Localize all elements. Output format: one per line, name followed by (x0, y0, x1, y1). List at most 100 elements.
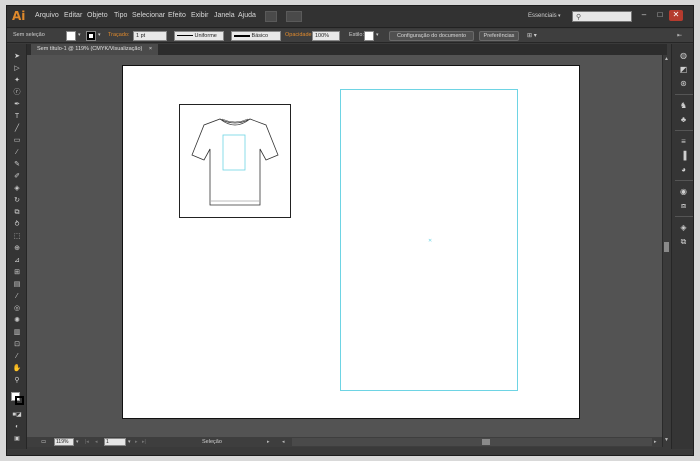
color-guide-icon[interactable]: ◩ (677, 64, 690, 75)
status-menu-icon[interactable]: ▸ (267, 439, 270, 445)
horizontal-scrollbar[interactable] (292, 438, 652, 446)
bridge-button[interactable] (265, 11, 277, 22)
rotate-icon[interactable]: ↻ (11, 196, 23, 206)
selection-tool-icon[interactable]: ➤ (11, 52, 23, 62)
scroll-down-icon[interactable]: ▼ (664, 437, 669, 443)
hand-icon[interactable]: ✋ (11, 364, 23, 374)
workspace-dropdown-icon[interactable]: ▾ (558, 13, 561, 19)
mesh-icon[interactable]: ⊞ (11, 268, 23, 278)
fill-dropdown-icon[interactable]: ▾ (78, 32, 81, 38)
next-artboard-icon[interactable]: ▸ (135, 439, 138, 445)
color-icon[interactable]: ◍ (677, 50, 690, 61)
first-artboard-icon[interactable]: |◂ (85, 439, 89, 445)
graphic-styles-icon[interactable]: ⧈ (677, 200, 690, 211)
artboard-icon[interactable]: ⊡ (11, 340, 23, 350)
zoom-icon[interactable]: ⚲ (11, 376, 23, 386)
direct-selection-tool-icon[interactable]: ▷ (11, 64, 23, 74)
drawing-mode-icon[interactable]: ◐ (11, 422, 23, 432)
transparency-icon[interactable]: ◕ (677, 164, 690, 175)
menu-tipo[interactable]: Tipo (114, 12, 127, 19)
slice-icon[interactable]: ⁄ (11, 352, 23, 362)
appearance-icon[interactable]: ◉ (677, 186, 690, 197)
free-transform-icon[interactable]: ⬚ (11, 232, 23, 242)
magic-wand-icon[interactable]: ✦ (11, 76, 23, 86)
zoom-field[interactable]: 119% (54, 438, 74, 446)
vertical-scroll-thumb[interactable] (664, 242, 669, 252)
paintbrush-icon[interactable]: ∕ (11, 148, 23, 158)
scroll-right-icon[interactable]: ▸ (654, 439, 657, 445)
menu-exibir[interactable]: Exibir (191, 12, 209, 19)
close-tab-icon[interactable]: × (149, 46, 152, 52)
opacity-label[interactable]: Opacidade: (285, 32, 313, 38)
eraser-icon[interactable]: ◈ (11, 184, 23, 194)
last-artboard-icon[interactable]: ▸| (142, 439, 146, 445)
tshirt-image[interactable] (179, 104, 291, 218)
graphic-style-swatch[interactable] (364, 31, 374, 41)
blob-brush-icon[interactable]: ✐ (11, 172, 23, 182)
line-icon[interactable]: ╱ (11, 124, 23, 134)
menu-selecionar[interactable]: Selecionar (132, 12, 165, 19)
menu-janela[interactable]: Janela (214, 12, 235, 19)
arrange-icon[interactable]: ⊞ ▾ (527, 32, 537, 39)
type-icon[interactable]: T (11, 112, 23, 122)
arrange-documents-button[interactable] (286, 11, 302, 22)
status-text[interactable]: Seleção (202, 439, 222, 445)
perspective-grid-icon[interactable]: ⊿ (11, 256, 23, 266)
gradient-panel-icon[interactable]: ▐ (677, 150, 690, 161)
stroke-color-swatch[interactable] (15, 396, 24, 405)
help-search-input[interactable]: ⚲ (572, 11, 632, 22)
fill-swatch[interactable] (66, 31, 76, 41)
shape-builder-icon[interactable]: ⊕ (11, 244, 23, 254)
artboards-icon[interactable]: ⧉ (677, 236, 690, 247)
scroll-up-icon[interactable]: ▲ (664, 56, 669, 62)
preferences-button[interactable]: Preferências (479, 31, 519, 41)
rectangle-icon[interactable]: ▭ (11, 136, 23, 146)
menu-efeito[interactable]: Efeito (168, 12, 186, 19)
document-tab[interactable]: Sem título-1 @ 119% (CMYK/Visualização) … (31, 44, 159, 55)
scroll-left-icon[interactable]: ◂ (282, 439, 285, 445)
menu-editar[interactable]: Editar (64, 12, 82, 19)
artboard[interactable]: ✕ (122, 65, 580, 419)
close-button[interactable]: ✕ (669, 10, 683, 21)
panel-menu-icon[interactable]: ⇤ (677, 32, 682, 39)
pencil-icon[interactable]: ✎ (11, 160, 23, 170)
gradient-icon[interactable]: ▤ (11, 280, 23, 290)
minimize-button[interactable]: ‒ (637, 10, 651, 21)
color-modes-icon[interactable]: ■◪ (11, 410, 23, 420)
menu-ajuda[interactable]: Ajuda (238, 12, 256, 19)
artboard-dropdown-icon[interactable]: ▾ (128, 439, 131, 445)
brush-definition[interactable]: Básico (231, 31, 281, 41)
stroke-dropdown-icon[interactable]: ▾ (98, 32, 101, 38)
stroke-swatch[interactable] (86, 31, 96, 41)
variable-width-profile[interactable]: Uniforme (174, 31, 224, 41)
symbol-sprayer-icon[interactable]: ✺ (11, 316, 23, 326)
artboard-number-field[interactable]: 1 (104, 438, 126, 446)
layers-icon[interactable]: ◈ (677, 222, 690, 233)
menu-arquivo[interactable]: Arquivo (35, 12, 59, 19)
blend-icon[interactable]: ◎ (11, 304, 23, 314)
stroke-weight-field[interactable]: 1 pt (133, 31, 167, 41)
canvas[interactable]: ✕ (27, 55, 665, 437)
horizontal-scroll-thumb[interactable] (482, 439, 490, 445)
column-graph-icon[interactable]: ▥ (11, 328, 23, 338)
symbols-icon[interactable]: ♣ (677, 114, 690, 125)
screen-mode-status-icon[interactable]: ▭ (41, 439, 46, 445)
opacity-field[interactable]: 100% (312, 31, 340, 41)
warp-icon[interactable]: ⥁ (11, 220, 23, 230)
previous-artboard-icon[interactable]: ◂ (95, 439, 98, 445)
pen-icon[interactable]: ✒ (11, 100, 23, 110)
stroke-label[interactable]: Traçado: (108, 32, 130, 38)
zoom-dropdown-icon[interactable]: ▾ (76, 439, 79, 445)
menu-objeto[interactable]: Objeto (87, 12, 108, 19)
lasso-icon[interactable]: ⓡ (11, 88, 23, 98)
swatches-icon[interactable]: ⊛ (677, 78, 690, 89)
document-setup-button[interactable]: Configuração do documento (389, 31, 474, 41)
scale-icon[interactable]: ⧉ (11, 208, 23, 218)
workspace-switcher[interactable]: Essenciais (528, 13, 557, 19)
stroke-icon[interactable]: ≡ (677, 136, 690, 147)
maximize-button[interactable]: □ (653, 10, 667, 21)
style-dropdown-icon[interactable]: ▾ (376, 32, 379, 38)
screen-mode-icon[interactable]: ▣ (11, 434, 23, 444)
eyedropper-icon[interactable]: ⁄ (11, 292, 23, 302)
brushes-icon[interactable]: ♞ (677, 100, 690, 111)
